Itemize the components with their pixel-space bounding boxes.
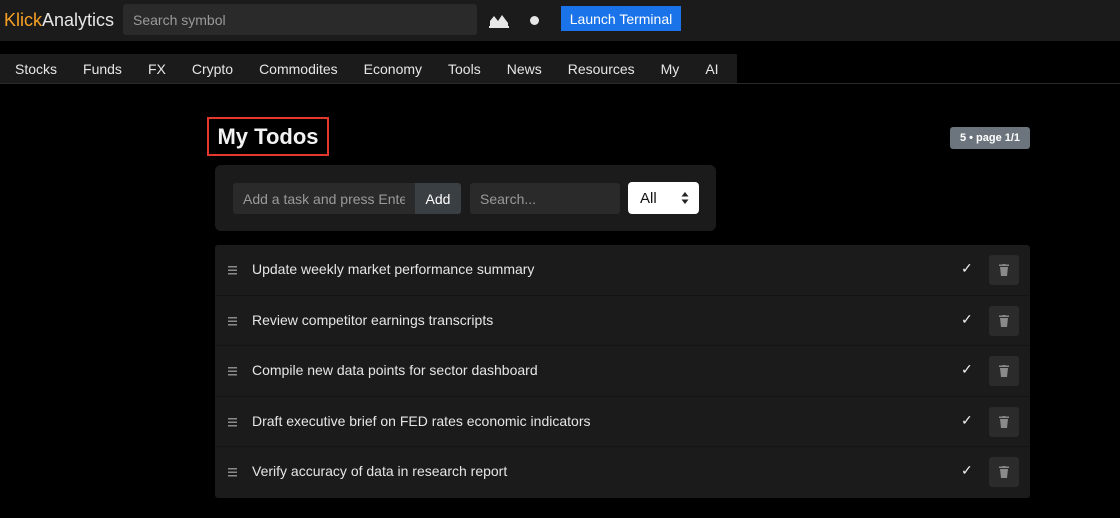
top-bar: KlickAnalytics Launch Terminal — [0, 0, 1120, 41]
delete-button[interactable] — [989, 255, 1019, 285]
nav-divider — [0, 83, 1120, 84]
delete-button[interactable] — [989, 356, 1019, 387]
launch-terminal-button[interactable]: Launch Terminal — [561, 6, 681, 31]
todo-item: Update weekly market performance summary… — [215, 245, 1030, 296]
todo-text[interactable]: Draft executive brief on FED rates econo… — [252, 413, 590, 429]
trash-icon — [999, 365, 1009, 378]
nav-item-stocks[interactable]: Stocks — [0, 61, 70, 77]
drag-handle-icon[interactable] — [227, 263, 238, 277]
logo-klick: Klick — [4, 10, 43, 30]
trash-icon — [999, 264, 1009, 276]
todo-item: Draft executive brief on FED rates econo… — [215, 397, 1030, 448]
logo[interactable]: KlickAnalytics — [4, 9, 114, 31]
todo-text[interactable]: Compile new data points for sector dashb… — [252, 362, 538, 378]
trash-icon — [999, 466, 1009, 479]
complete-check-icon[interactable]: ✓ — [961, 311, 973, 328]
nav-item-news[interactable]: News — [494, 61, 555, 77]
nav-item-crypto[interactable]: Crypto — [179, 61, 246, 77]
search-tasks-input[interactable] — [470, 183, 620, 214]
drag-handle-icon[interactable] — [227, 364, 238, 378]
theme-toggle-icon[interactable] — [530, 16, 539, 25]
nav-item-ai[interactable]: AI — [692, 61, 731, 77]
drag-handle-icon[interactable] — [227, 415, 238, 429]
complete-check-icon[interactable]: ✓ — [961, 361, 973, 378]
delete-button[interactable] — [989, 406, 1019, 437]
sort-caret-icon — [681, 192, 689, 204]
todo-text[interactable]: Review competitor earnings transcripts — [252, 312, 493, 328]
todo-controls: Add All — [215, 165, 716, 231]
complete-check-icon[interactable]: ✓ — [961, 260, 973, 277]
todo-item: Compile new data points for sector dashb… — [215, 346, 1030, 397]
logo-analytics: Analytics — [42, 10, 115, 30]
delete-button[interactable] — [989, 305, 1019, 336]
todo-item: Verify accuracy of data in research repo… — [215, 447, 1030, 498]
todo-text[interactable]: Update weekly market performance summary — [252, 261, 534, 277]
page-title: My Todos — [207, 117, 329, 156]
add-task-input[interactable] — [233, 183, 415, 214]
complete-check-icon[interactable]: ✓ — [961, 412, 973, 429]
trash-icon — [999, 415, 1009, 428]
todo-item: Review competitor earnings transcripts ✓ — [215, 296, 1030, 347]
nav-item-my[interactable]: My — [648, 61, 693, 77]
drag-handle-icon[interactable] — [227, 314, 238, 328]
todo-list: Update weekly market performance summary… — [215, 245, 1030, 498]
nav-item-economy[interactable]: Economy — [351, 61, 435, 77]
trash-icon — [999, 314, 1009, 327]
nav-item-commodites[interactable]: Commodites — [246, 61, 351, 77]
filter-select[interactable]: All — [628, 182, 699, 214]
count-badge: 5 • page 1/1 — [950, 127, 1030, 149]
todo-text[interactable]: Verify accuracy of data in research repo… — [252, 463, 507, 479]
nav-item-funds[interactable]: Funds — [70, 61, 135, 77]
nav-item-resources[interactable]: Resources — [555, 61, 648, 77]
drag-handle-icon[interactable] — [227, 465, 238, 479]
filter-select-value: All — [640, 189, 657, 207]
chart-icon[interactable] — [489, 12, 509, 28]
nav-item-tools[interactable]: Tools — [435, 61, 494, 77]
add-task-button[interactable]: Add — [415, 183, 461, 214]
main-nav: Stocks Funds FX Crypto Commodites Econom… — [0, 54, 737, 84]
symbol-search-input[interactable] — [123, 4, 477, 35]
complete-check-icon[interactable]: ✓ — [961, 462, 973, 479]
delete-button[interactable] — [989, 457, 1019, 488]
nav-item-fx[interactable]: FX — [135, 61, 179, 77]
